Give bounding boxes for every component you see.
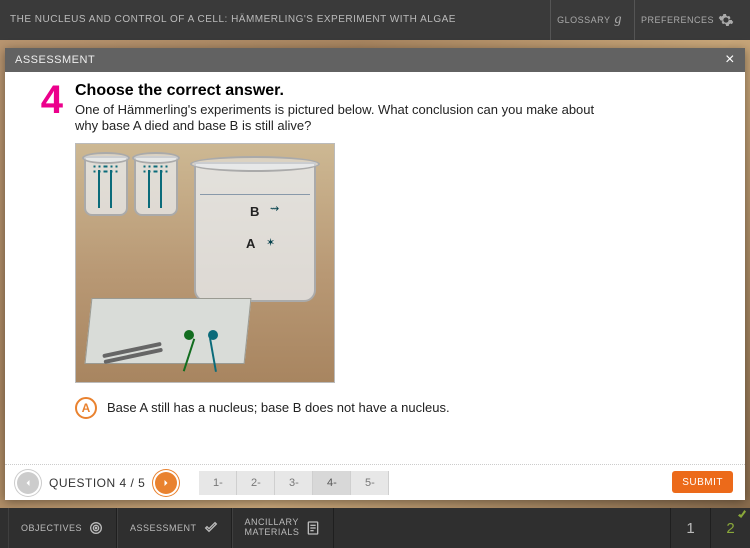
ancillary-label: ANCILLARYMATERIALS (245, 518, 300, 538)
tab-assessment[interactable]: ASSESSMENT (117, 508, 232, 548)
question-tab-1[interactable]: 1- (199, 471, 237, 495)
close-icon[interactable]: × (725, 51, 735, 69)
lesson-title: THE NUCLEUS AND CONTROL OF A CELL: HÄMME… (10, 14, 550, 26)
prev-question-button[interactable] (15, 470, 41, 496)
figure-label-a: A (246, 236, 255, 251)
glossary-icon: g (614, 12, 622, 28)
progress-label: QUESTION 4 / 5 (49, 476, 145, 490)
page-number-prev[interactable]: 1 (670, 508, 710, 548)
question-instruction: Choose the correct answer. (75, 82, 727, 100)
question-tab-3[interactable]: 3- (275, 471, 313, 495)
question-content: Choose the correct answer. One of Hämmer… (75, 82, 727, 456)
preferences-label: PREFERENCES (641, 15, 714, 25)
tab-ancillary-materials[interactable]: ANCILLARYMATERIALS (232, 508, 335, 548)
top-bar-right: GLOSSARY g PREFERENCES (550, 0, 740, 40)
panel-footer: QUESTION 4 / 5 1- 2- 3- 4- 5- SUBMIT (5, 464, 745, 500)
next-question-button[interactable] (153, 470, 179, 496)
figure-label-b: B (250, 204, 259, 219)
assessment-label: ASSESSMENT (130, 523, 197, 533)
panel-header: ASSESSMENT × (5, 48, 745, 72)
glossary-label: GLOSSARY (557, 15, 610, 25)
check-icon (203, 520, 219, 536)
question-number: 4 (23, 82, 63, 456)
objectives-label: OBJECTIVES (21, 523, 82, 533)
question-tabs: 1- 2- 3- 4- 5- (199, 471, 389, 495)
assessment-panel: ASSESSMENT × 4 Choose the correct answer… (5, 48, 745, 500)
question-tab-4[interactable]: 4- (313, 471, 351, 495)
preferences-link[interactable]: PREFERENCES (634, 0, 740, 40)
gear-icon (718, 12, 734, 28)
question-tab-2[interactable]: 2- (237, 471, 275, 495)
panel-body: 4 Choose the correct answer. One of Hämm… (5, 72, 745, 464)
submit-button[interactable]: SUBMIT (672, 471, 733, 493)
top-bar: THE NUCLEUS AND CONTROL OF A CELL: HÄMME… (0, 0, 750, 40)
experiment-figure: B ⇝ A ✶ (75, 143, 335, 383)
question-tab-5[interactable]: 5- (351, 471, 389, 495)
answer-option-a[interactable]: A Base A still has a nucleus; base B doe… (75, 397, 727, 419)
answer-text: Base A still has a nucleus; base B does … (107, 400, 450, 415)
answer-letter-badge: A (75, 397, 97, 419)
page-number-current[interactable]: 2 (710, 508, 750, 548)
panel-title: ASSESSMENT (15, 54, 95, 66)
document-icon (305, 520, 321, 536)
question-text: One of Hämmerling's experiments is pictu… (75, 102, 615, 135)
glossary-link[interactable]: GLOSSARY g (550, 0, 628, 40)
bottom-bar: OBJECTIVES ASSESSMENT ANCILLARYMATERIALS… (0, 508, 750, 548)
tab-objectives[interactable]: OBJECTIVES (8, 508, 117, 548)
target-icon (88, 520, 104, 536)
